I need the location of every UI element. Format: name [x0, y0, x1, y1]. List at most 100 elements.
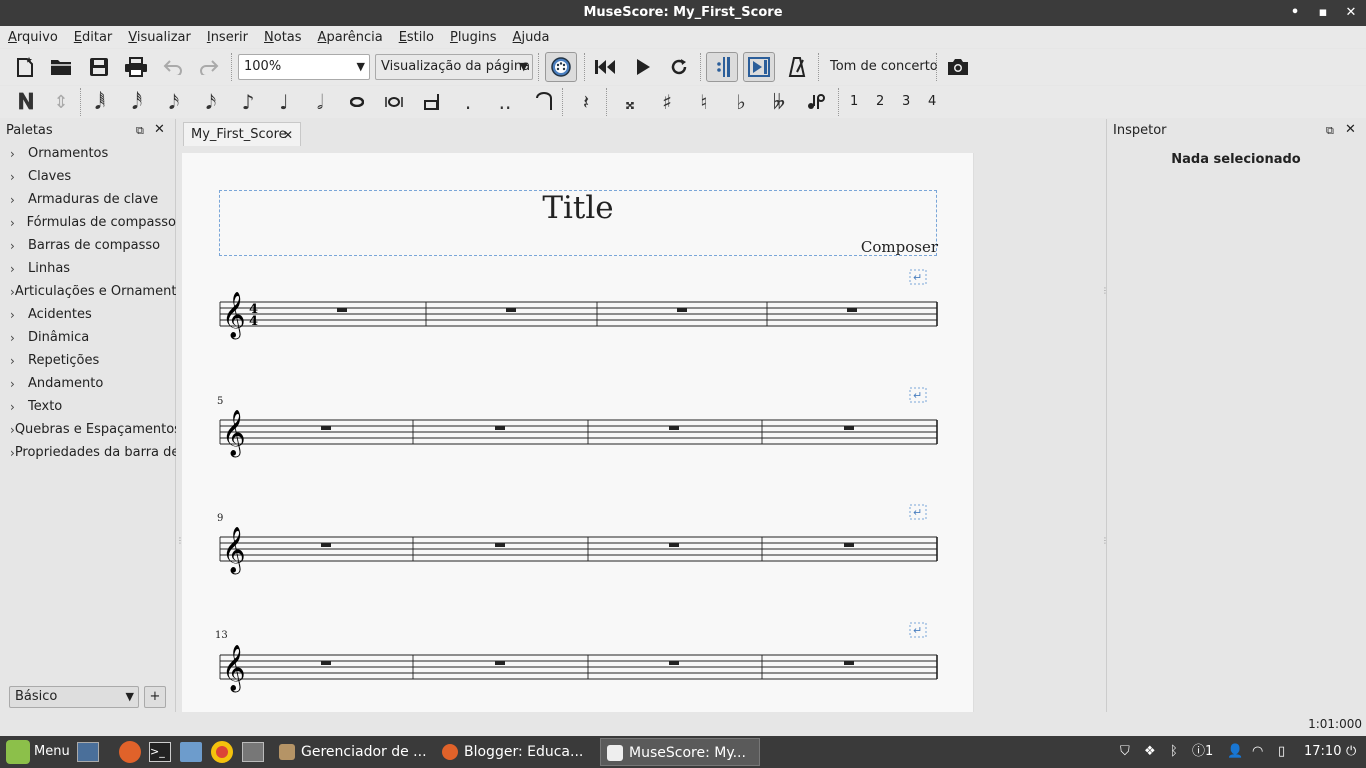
- rewind-icon[interactable]: [592, 54, 618, 80]
- bluetooth-icon[interactable]: ᛒ: [1170, 736, 1184, 768]
- natural-icon[interactable]: ♮: [692, 89, 716, 115]
- menu-notas[interactable]: Notas: [264, 30, 302, 45]
- menu-editar[interactable]: Editar: [74, 30, 113, 45]
- menu-estilo[interactable]: Estilo: [399, 30, 434, 45]
- voice-3-button[interactable]: 3: [902, 94, 910, 109]
- menu-visualizar[interactable]: Visualizar: [128, 30, 191, 45]
- double-flat-icon[interactable]: 𝄫: [766, 89, 792, 115]
- firefox-icon[interactable]: [119, 741, 141, 763]
- voice-2-button[interactable]: 2: [876, 94, 884, 109]
- palette-quebras[interactable]: › Quebras e Espaçamentos: [10, 418, 176, 441]
- rest-icon[interactable]: 𝄽: [574, 89, 598, 115]
- view-mode-select[interactable]: Visualização da página ▼: [375, 54, 533, 80]
- close-icon[interactable]: ✕: [1345, 122, 1356, 137]
- palette-repeticoes[interactable]: › Repetições: [10, 349, 176, 372]
- undock-icon[interactable]: ⧉: [136, 124, 144, 138]
- workspace-select[interactable]: Básico ▼: [9, 686, 139, 708]
- menu-inserir[interactable]: Inserir: [207, 30, 248, 45]
- palette-armaduras[interactable]: › Armaduras de clave: [10, 188, 176, 211]
- close-window-button[interactable]: ✕: [1344, 0, 1358, 26]
- wifi-icon[interactable]: ◠: [1252, 736, 1268, 768]
- double-dot-icon[interactable]: ..: [493, 89, 517, 115]
- palette-texto[interactable]: › Texto: [10, 395, 176, 418]
- palette-linhas[interactable]: › Linhas: [10, 257, 176, 280]
- menu-ajuda[interactable]: Ajuda: [513, 30, 550, 45]
- palette-articulacoes[interactable]: › Articulações e Ornamentos: [10, 280, 176, 303]
- palette-claves[interactable]: › Claves: [10, 165, 176, 188]
- menu-plugins[interactable]: Plugins: [450, 30, 497, 45]
- save-icon[interactable]: [86, 54, 112, 80]
- voice-4-button[interactable]: 4: [928, 94, 936, 109]
- palette-ornamentos[interactable]: › Ornamentos: [10, 142, 176, 165]
- thirty-second-note-icon[interactable]: 𝅘𝅥𝅰: [125, 89, 149, 115]
- quarter-note-icon[interactable]: ♩: [272, 89, 296, 115]
- half-note-icon[interactable]: 𝅗𝅥: [308, 89, 332, 115]
- task-musescore[interactable]: MuseScore: My...: [600, 738, 760, 766]
- terminal-icon[interactable]: >_: [149, 742, 171, 762]
- palette-andamento[interactable]: › Andamento: [10, 372, 176, 395]
- tab-my-first-score[interactable]: My_First_Score ✕: [183, 122, 301, 147]
- menu-aparencia[interactable]: Aparência: [318, 30, 383, 45]
- undo-icon[interactable]: [160, 54, 186, 80]
- dropbox-icon[interactable]: ❖: [1144, 736, 1162, 768]
- add-workspace-button[interactable]: +: [144, 686, 166, 708]
- sixteenth-note-alt-icon[interactable]: 𝅘𝅥𝅯: [199, 89, 223, 115]
- palette-acidentes[interactable]: › Acidentes: [10, 303, 176, 326]
- flip-direction-icon[interactable]: [804, 89, 830, 115]
- undock-icon[interactable]: ⧉: [1326, 124, 1334, 138]
- start-menu-button[interactable]: Menu: [34, 736, 70, 768]
- loop-icon[interactable]: [666, 54, 692, 80]
- score-canvas[interactable]: Title Composer 𝄞 4 4 ↵ 𝄞 ↵ 𝄞 ↵ 𝄞 ↵ 5 9 1…: [181, 146, 1101, 712]
- files-icon[interactable]: [180, 742, 202, 762]
- pan-score-icon[interactable]: [743, 52, 775, 82]
- new-file-icon[interactable]: [12, 54, 38, 80]
- close-icon[interactable]: ✕: [154, 122, 165, 137]
- zoom-select[interactable]: 100% ▼: [238, 54, 370, 80]
- splitter-handle[interactable]: ⋮: [176, 536, 184, 545]
- menu-arquivo[interactable]: Arquivo: [8, 30, 58, 45]
- clock[interactable]: 17:10: [1304, 736, 1341, 768]
- open-folder-icon[interactable]: [48, 54, 74, 80]
- screenshot-tool-icon[interactable]: [242, 742, 264, 762]
- palette-dinamica[interactable]: › Dinâmica: [10, 326, 176, 349]
- redo-icon[interactable]: [196, 54, 222, 80]
- camera-icon[interactable]: [944, 54, 972, 80]
- minimize-button[interactable]: •: [1288, 0, 1302, 26]
- print-icon[interactable]: [122, 54, 150, 80]
- whole-note-icon[interactable]: [345, 89, 369, 115]
- longa-note-icon[interactable]: [419, 89, 443, 115]
- double-sharp-icon[interactable]: 𝄪: [618, 89, 642, 115]
- close-icon[interactable]: ✕: [283, 123, 293, 147]
- score-page[interactable]: Title Composer 𝄞 4 4 ↵ 𝄞 ↵ 𝄞 ↵ 𝄞 ↵ 5 9 1…: [182, 153, 974, 712]
- eighth-note-icon[interactable]: ♪: [236, 89, 260, 115]
- breve-note-icon[interactable]: [382, 89, 406, 115]
- flat-icon[interactable]: ♭: [729, 89, 753, 115]
- tie-icon[interactable]: [532, 89, 556, 115]
- sharp-icon[interactable]: ♯: [655, 89, 679, 115]
- concert-pitch-toggle[interactable]: Tom de concerto: [830, 59, 938, 74]
- metronome-icon[interactable]: [784, 54, 810, 80]
- maximize-button[interactable]: ▪: [1316, 0, 1330, 26]
- note-input-mode-icon[interactable]: 𝐍: [14, 89, 38, 115]
- battery-icon[interactable]: ▯: [1278, 736, 1294, 768]
- user-icon[interactable]: 👤: [1227, 736, 1243, 768]
- play-icon[interactable]: [630, 54, 656, 80]
- show-desktop-icon[interactable]: [77, 742, 99, 762]
- midi-input-icon[interactable]: [545, 52, 577, 82]
- sixty-fourth-note-icon[interactable]: 𝅘𝅥𝅱: [88, 89, 112, 115]
- chrome-icon[interactable]: [211, 741, 233, 763]
- notifications-icon[interactable]: ⓘ1: [1192, 736, 1222, 768]
- palette-formulas[interactable]: › Fórmulas de compasso: [10, 211, 176, 234]
- note-input-submode-icon[interactable]: ⇕: [50, 89, 72, 115]
- task-file-manager[interactable]: Gerenciador de ...: [273, 738, 433, 766]
- mint-logo-icon[interactable]: [6, 740, 30, 764]
- play-repeats-icon[interactable]: [706, 52, 738, 82]
- palette-propriedades[interactable]: ›Propriedades da barra de compasso: [10, 441, 176, 464]
- palette-barras[interactable]: › Barras de compasso: [10, 234, 176, 257]
- sixteenth-note-icon[interactable]: 𝅘𝅥𝅯: [162, 89, 186, 115]
- voice-1-button[interactable]: 1: [850, 94, 858, 109]
- shield-icon[interactable]: ⛉: [1120, 736, 1136, 768]
- task-blogger[interactable]: Blogger: Educa...: [436, 738, 596, 766]
- augmentation-dot-icon[interactable]: .: [456, 89, 480, 115]
- power-icon[interactable]: ⏻: [1346, 736, 1362, 768]
